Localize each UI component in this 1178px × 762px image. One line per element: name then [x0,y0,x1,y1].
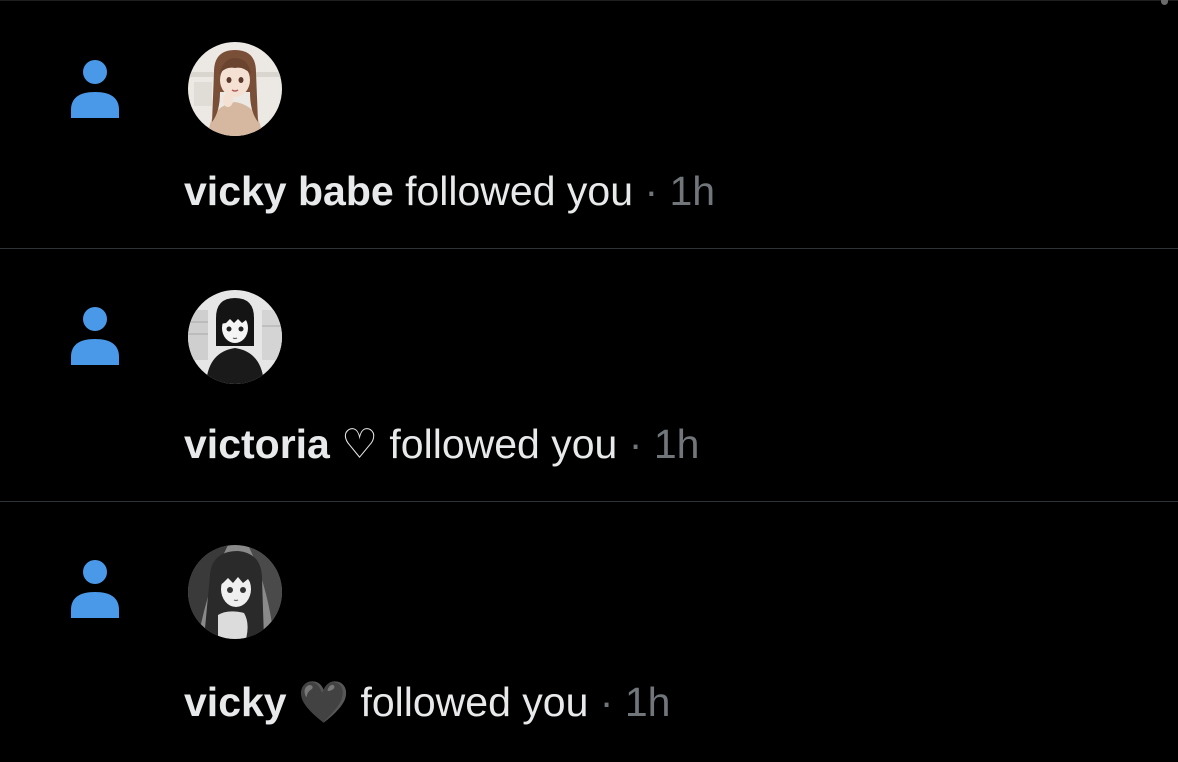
notification-item[interactable]: vicky babe followed you · 1h [0,0,1178,249]
notifications-feed: vicky babe followed you · 1h victoria ♡ … [0,0,1178,762]
action-text: followed you [389,421,618,467]
notification-text: victoria ♡ followed you · 1h [184,420,699,468]
notification-text: vicky babe followed you · 1h [184,167,715,215]
notification-text: vicky 🖤 followed you · 1h [184,678,670,726]
person-icon [71,307,119,365]
notification-item[interactable]: vicky 🖤 followed you · 1h [0,502,1178,762]
user-avatar[interactable] [188,290,282,384]
timestamp[interactable]: 1h [625,679,671,725]
avatar-brown-hair-anime-girl-icon [188,42,282,136]
separator-dot: · [599,679,614,725]
user-name-link[interactable]: victoria ♡ [184,421,378,467]
user-name-link[interactable]: vicky babe [184,168,394,214]
action-text: followed you [360,679,589,725]
timestamp[interactable]: 1h [670,168,716,214]
user-avatar[interactable] [188,545,282,639]
person-icon [71,60,119,118]
person-icon [71,560,119,618]
avatar-monochrome-anime-girl-icon [188,545,282,639]
timestamp[interactable]: 1h [654,421,700,467]
separator-dot: · [644,168,659,214]
action-text: followed you [405,168,634,214]
user-avatar[interactable] [188,42,282,136]
separator-dot: · [628,421,643,467]
notification-item[interactable]: victoria ♡ followed you · 1h [0,249,1178,502]
avatar-black-hair-anime-girl-icon [188,290,282,384]
user-name-link[interactable]: vicky 🖤 [184,679,349,725]
